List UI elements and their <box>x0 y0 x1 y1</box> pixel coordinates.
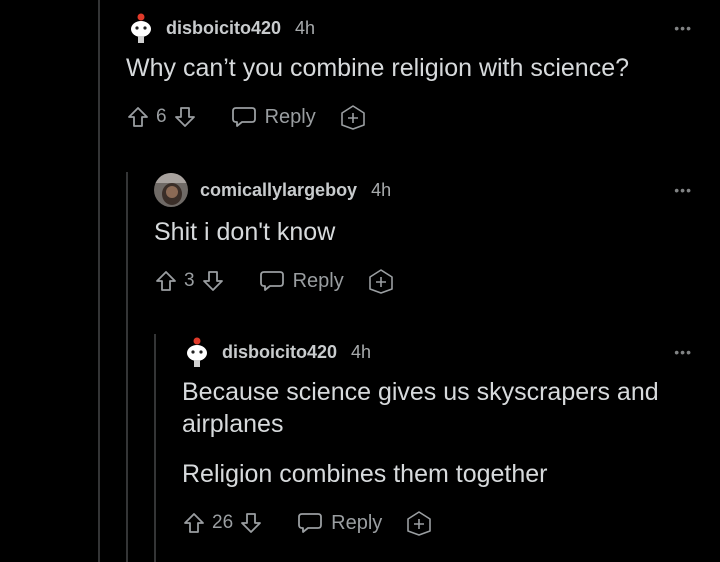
comment-meta: comicallylargeboy 4h <box>154 173 692 207</box>
reply-button[interactable]: Reply <box>297 511 382 535</box>
thread-line-1[interactable] <box>98 0 100 562</box>
comment-paragraph: Because science gives us skyscrapers and… <box>182 378 659 438</box>
more-options-icon[interactable]: ••• <box>674 344 692 360</box>
downvote-icon[interactable] <box>201 269 225 293</box>
reply-label: Reply <box>292 269 344 292</box>
comment-meta: disboicito420 4h <box>126 13 692 43</box>
reply-icon <box>298 513 323 533</box>
username[interactable]: comicallylargeboy <box>200 180 357 201</box>
award-icon <box>368 269 393 294</box>
reply-label: Reply <box>331 511 383 534</box>
more-options-icon[interactable]: ••• <box>674 182 692 198</box>
upvote-icon[interactable] <box>154 269 178 293</box>
downvote-icon[interactable] <box>239 511 263 535</box>
vote-controls: 26 <box>182 511 263 535</box>
thread-line-2[interactable] <box>126 172 128 562</box>
award-button[interactable] <box>368 268 394 294</box>
upvote-icon[interactable] <box>182 511 206 535</box>
comment-body: Shit i don't know <box>154 216 692 248</box>
timestamp: 4h <box>295 17 316 38</box>
user-avatar[interactable] <box>182 337 212 367</box>
vote-count: 26 <box>212 512 234 533</box>
vote-controls: 3 <box>154 269 225 293</box>
username[interactable]: disboicito420 <box>222 342 337 363</box>
comment-paragraph: Religion combines them together <box>182 460 548 488</box>
thread-line-3[interactable] <box>154 334 156 562</box>
comment: disboicito420 4h ••• Because science giv… <box>182 337 692 536</box>
award-button[interactable] <box>406 510 432 536</box>
user-avatar[interactable] <box>126 13 156 43</box>
award-icon <box>340 105 365 130</box>
comment-paragraph: Why can’t you combine religion with scie… <box>126 54 630 82</box>
comment-paragraph: Shit i don't know <box>154 218 336 246</box>
vote-count: 3 <box>184 270 195 291</box>
award-button[interactable] <box>340 104 366 130</box>
user-avatar[interactable] <box>154 173 188 207</box>
more-options-icon[interactable]: ••• <box>674 20 692 36</box>
timestamp: 4h <box>371 179 392 200</box>
comment-actions: 26 Reply <box>182 510 692 536</box>
award-icon <box>407 511 432 536</box>
reply-icon <box>259 271 284 291</box>
comment-body: Because science gives us skyscrapers and… <box>182 376 692 490</box>
vote-count: 6 <box>156 106 167 127</box>
reply-label: Reply <box>264 105 316 128</box>
comment: disboicito420 4h ••• Why can’t you combi… <box>126 13 692 130</box>
username[interactable]: disboicito420 <box>166 18 281 39</box>
timestamp: 4h <box>351 341 372 362</box>
vote-controls: 6 <box>126 105 197 129</box>
comment-body: Why can’t you combine religion with scie… <box>126 52 692 84</box>
downvote-icon[interactable] <box>173 105 197 129</box>
comment-meta: disboicito420 4h <box>182 337 692 367</box>
reply-icon <box>231 107 256 127</box>
comment-actions: 3 Reply <box>154 268 692 294</box>
comment-actions: 6 Reply <box>126 104 692 130</box>
upvote-icon[interactable] <box>126 105 150 129</box>
reply-button[interactable]: Reply <box>259 269 344 293</box>
comment: comicallylargeboy 4h ••• Shit i don't kn… <box>154 173 692 294</box>
reply-button[interactable]: Reply <box>231 105 316 129</box>
